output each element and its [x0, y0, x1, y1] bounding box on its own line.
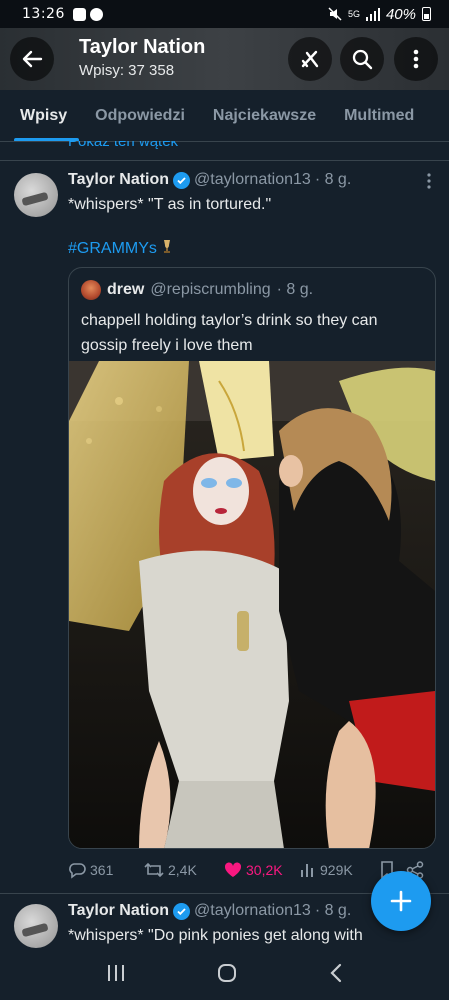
vertical-dots-icon — [427, 173, 431, 189]
header-title: Taylor Nation — [79, 36, 206, 58]
reply-button[interactable]: 361 — [68, 861, 144, 879]
notification-icons — [72, 7, 103, 21]
repost-icon — [144, 862, 164, 878]
tab-media[interactable]: Multimed — [330, 90, 428, 141]
signal-icon — [365, 7, 380, 21]
tweet-hashtag-line: #GRAMMYs — [68, 238, 173, 259]
recent-apps-button[interactable] — [106, 964, 126, 987]
profile-header: Taylor Nation Wpisy: 37 358 — [0, 28, 449, 90]
photo-illustration — [69, 361, 435, 848]
battery-icon — [422, 7, 431, 21]
heart-icon — [224, 862, 242, 877]
search-button[interactable] — [340, 37, 384, 81]
quoted-author-name: drew — [107, 281, 145, 298]
reply-icon — [69, 863, 86, 879]
header-title-block: Taylor Nation Wpisy: 37 358 — [79, 36, 205, 79]
tab-highlights[interactable]: Najciekawsze — [199, 90, 330, 141]
show-thread-link[interactable]: Pokaż ten wątek — [68, 141, 178, 149]
network-type: 5G — [347, 9, 360, 19]
tweet-time[interactable]: · 8 g. — [315, 171, 351, 189]
view-count: 929K — [320, 862, 353, 878]
avatar[interactable] — [14, 173, 58, 217]
quoted-tweet-photo[interactable] — [69, 361, 435, 848]
tweet-text: *whispers* "Do pink ponies get along wit… — [68, 927, 363, 944]
status-right: 5G 40% — [328, 6, 431, 23]
messenger-notification-icon — [89, 7, 103, 21]
tweet-time[interactable]: · 8 g. — [315, 902, 351, 920]
quoted-tweet-time: · 8 g. — [276, 281, 314, 298]
status-bar: 13:26 5G 40% — [0, 0, 449, 28]
arrow-left-icon — [22, 50, 43, 68]
vertical-dots-icon — [413, 49, 419, 69]
tweet-text: *whispers* "T as in tortured." — [68, 196, 272, 213]
avatar[interactable] — [14, 904, 58, 948]
grammy-trophy-icon — [164, 240, 171, 253]
verified-badge-icon — [173, 171, 191, 189]
tweet-header: Taylor Nation @taylornation13 · 8 g. — [68, 902, 351, 920]
tweet-header: Taylor Nation @taylornation13 · 8 g. — [68, 171, 351, 189]
battery-percent: 40% — [385, 5, 416, 23]
home-button[interactable] — [217, 963, 237, 988]
like-count: 30,2K — [246, 862, 283, 878]
quoted-tweet-text: chappell holding taylor’s drink so they … — [81, 312, 378, 354]
search-icon — [352, 49, 373, 70]
chevron-left-icon — [330, 963, 342, 982]
tab-replies[interactable]: Odpowiedzi — [81, 90, 199, 141]
author-handle[interactable]: @taylornation13 — [194, 902, 311, 920]
home-icon — [218, 963, 237, 982]
system-navigation-bar — [0, 950, 449, 1000]
quoted-author-handle: @repiscrumbling — [150, 281, 271, 298]
author-name[interactable]: Taylor Nation — [68, 902, 169, 920]
repost-button[interactable]: 2,4K — [144, 861, 224, 879]
repost-count: 2,4K — [168, 862, 197, 878]
grok-button[interactable] — [288, 37, 332, 81]
grok-icon — [301, 50, 319, 68]
more-options-button[interactable] — [394, 37, 438, 81]
verified-badge-icon — [173, 902, 191, 920]
mute-icon — [328, 7, 342, 21]
post-count: Wpisy: 37 358 — [79, 62, 175, 79]
author-name[interactable]: Taylor Nation — [68, 171, 169, 189]
tab-posts[interactable]: Wpisy — [0, 90, 81, 141]
plus-icon — [390, 890, 412, 912]
quoted-avatar — [81, 280, 101, 300]
quoted-tweet[interactable]: drew @repiscrumbling · 8 g. chappell hol… — [68, 267, 436, 849]
quoted-tweet-header: drew @repiscrumbling · 8 g. — [81, 280, 313, 300]
tweet-more-button[interactable] — [427, 173, 431, 194]
status-time: 13:26 — [22, 6, 65, 22]
tweet[interactable]: Taylor Nation @taylornation13 · 8 g. *wh… — [0, 160, 449, 890]
back-button[interactable] — [10, 37, 54, 81]
gallery-notification-icon — [72, 7, 86, 21]
like-button[interactable]: 30,2K — [224, 862, 300, 878]
views-chart-icon — [301, 864, 313, 877]
profile-tabs: Wpisy Odpowiedzi Najciekawsze Multimed — [0, 90, 449, 142]
compose-post-button[interactable] — [371, 871, 431, 931]
system-back-button[interactable] — [329, 963, 343, 988]
recent-apps-icon — [107, 964, 124, 981]
author-handle[interactable]: @taylornation13 — [194, 171, 311, 189]
reply-count: 361 — [90, 862, 114, 878]
hashtag-link[interactable]: #GRAMMYs — [68, 240, 157, 257]
views-button[interactable]: 929K — [300, 862, 380, 878]
